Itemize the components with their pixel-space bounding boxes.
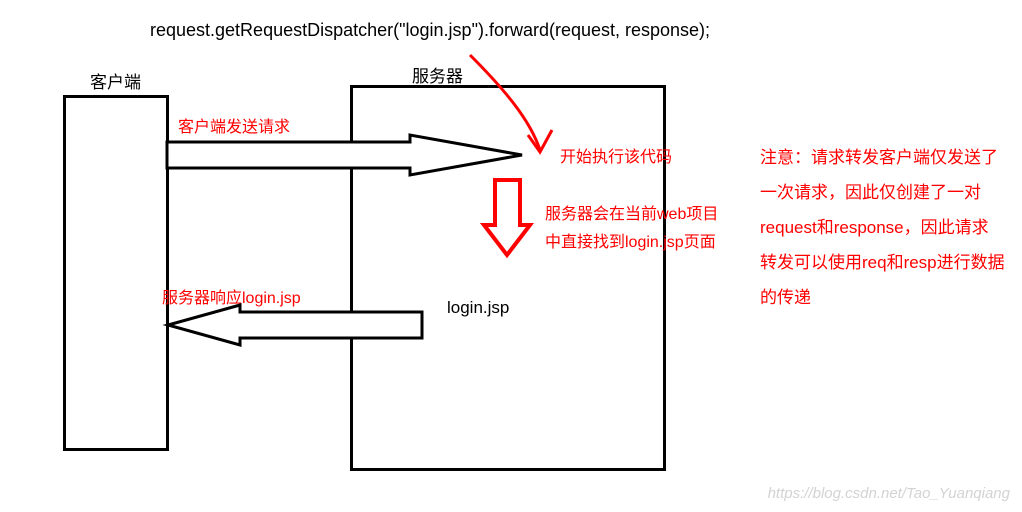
client-label: 客户端 (90, 68, 141, 93)
annotation-response: 服务器响应login.jsp (162, 289, 301, 310)
login-label: login.jsp (447, 298, 509, 318)
annotation-request-sent: 客户端发送请求 (178, 118, 290, 139)
server-label: 服务器 (412, 62, 463, 87)
watermark: https://blog.csdn.net/Tao_Yuanqiang (768, 485, 1010, 502)
annotation-find-line2: 中直接找到login.jsp页面 (545, 233, 716, 254)
code-line: request.getRequestDispatcher("login.jsp"… (150, 20, 710, 41)
server-box (350, 85, 666, 471)
annotation-start-exec: 开始执行该代码 (560, 148, 672, 169)
client-box (63, 95, 169, 451)
annotation-find-line1: 服务器会在当前web项目 (545, 205, 718, 226)
note-text: 注意：请求转发客户端仅发送了一次请求，因此仅创建了一对request和respo… (760, 140, 1005, 315)
